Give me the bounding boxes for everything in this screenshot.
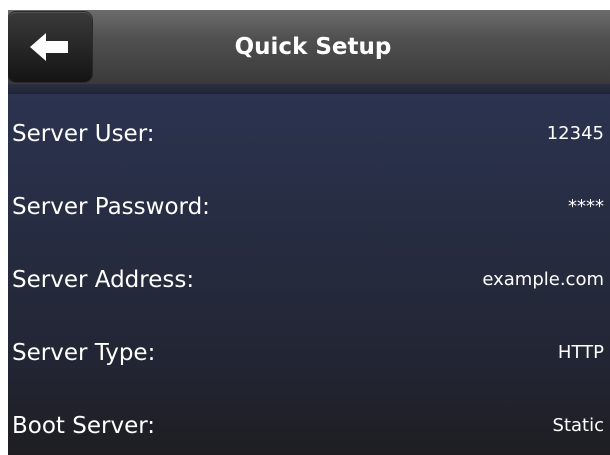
row-value: example.com [482, 269, 604, 290]
row-label: Server Address: [12, 267, 195, 293]
row-server-user[interactable]: Server User: 12345 [8, 99, 610, 169]
header-bar: Quick Setup [8, 10, 610, 84]
row-label: Server User: [12, 121, 155, 147]
row-label: Boot Server: [12, 413, 156, 439]
row-server-address[interactable]: Server Address: example.com [8, 245, 610, 315]
row-value: Static [552, 415, 604, 436]
settings-list: Server User: 12345 Server Password: ****… [8, 94, 610, 455]
row-value: HTTP [557, 342, 604, 363]
row-boot-server[interactable]: Boot Server: Static [8, 391, 610, 455]
row-value: 12345 [546, 123, 604, 144]
row-label: Server Password: [12, 194, 210, 220]
back-button[interactable] [8, 12, 92, 82]
row-value: **** [568, 196, 604, 217]
row-server-type[interactable]: Server Type: HTTP [8, 318, 610, 388]
row-label: Server Type: [12, 340, 156, 366]
quick-setup-screen: Quick Setup Server User: 12345 Server Pa… [8, 10, 610, 455]
page-title: Quick Setup [234, 34, 392, 60]
header-divider [8, 84, 610, 94]
arrow-left-icon [30, 33, 68, 61]
row-server-password[interactable]: Server Password: **** [8, 172, 610, 242]
